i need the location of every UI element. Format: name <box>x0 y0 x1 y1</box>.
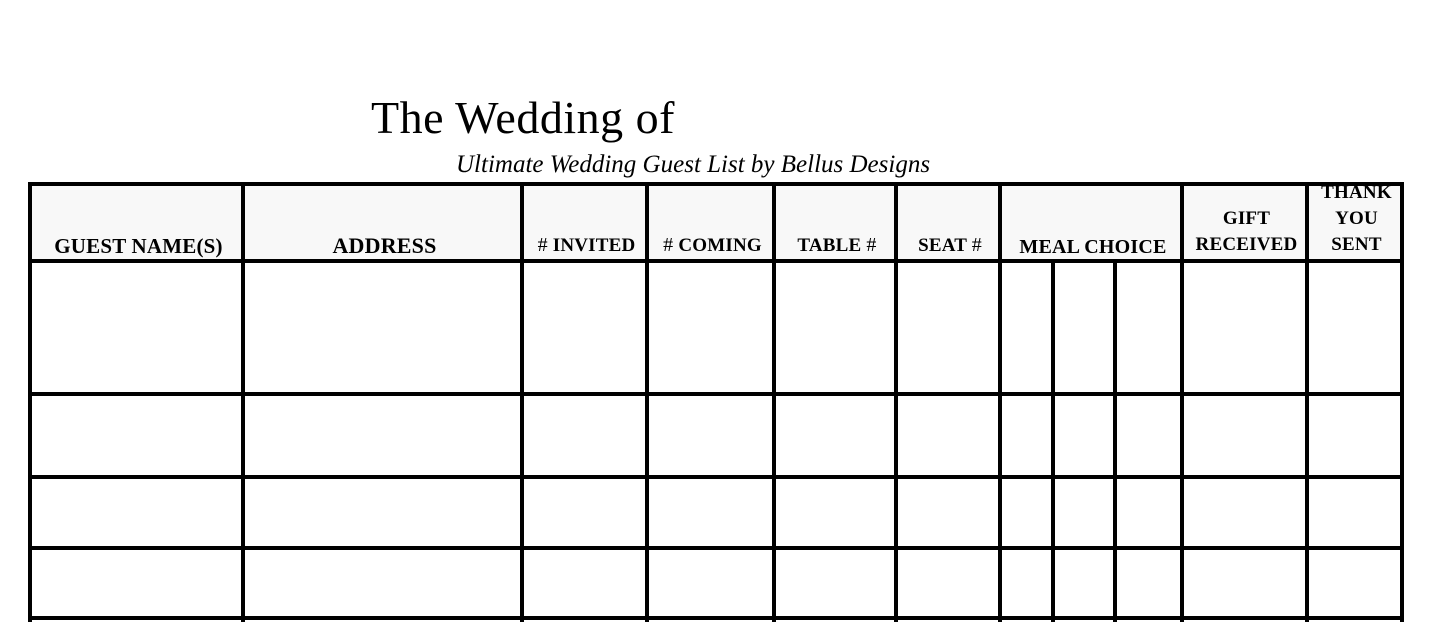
grid-vline <box>28 182 32 622</box>
table-cell-meal-1[interactable] <box>1002 550 1051 616</box>
table-cell-seat[interactable] <box>898 263 998 392</box>
table-cell-invited[interactable] <box>524 396 645 475</box>
grid-hline <box>28 546 1404 550</box>
table-cell-meal-3[interactable] <box>1117 479 1180 546</box>
header-gift-line2: RECEIVED <box>1195 234 1298 255</box>
table-cell-invited[interactable] <box>524 550 645 616</box>
table-cell-seat[interactable] <box>898 396 998 475</box>
table-cell-invited[interactable] <box>524 263 645 392</box>
table-cell-guest-names[interactable] <box>32 479 241 546</box>
grid-vline <box>998 182 1002 622</box>
header-table-label: TABLE <box>797 235 862 256</box>
table-cell-invited[interactable] <box>524 479 645 546</box>
guest-list-table: GUEST NAME(S) ADDRESS # INVITED # COMING… <box>0 0 1452 622</box>
table-cell-thank-you-sent[interactable] <box>1309 479 1400 546</box>
header-invited-prefix: # <box>537 234 548 256</box>
table-cell-gift-received[interactable] <box>1184 396 1305 475</box>
grid-hline <box>28 616 1404 620</box>
grid-vline <box>241 182 245 622</box>
header-meal-choice-label: MEAL CHOICE <box>1019 236 1167 258</box>
grid-hline <box>28 475 1404 479</box>
table-cell-gift-received[interactable] <box>1184 263 1305 392</box>
table-cell-guest-names[interactable] <box>32 550 241 616</box>
grid-vline <box>1305 182 1309 622</box>
table-cell-meal-2[interactable] <box>1055 263 1113 392</box>
header-coming: # COMING <box>651 232 774 259</box>
table-cell-gift-received[interactable] <box>1184 479 1305 546</box>
header-address-label: ADDRESS <box>332 233 437 258</box>
table-cell-address[interactable] <box>245 479 520 546</box>
table-cell-guest-names[interactable] <box>32 396 241 475</box>
table-cell-meal-2[interactable] <box>1055 396 1113 475</box>
table-cell-thank-you-sent[interactable] <box>1309 396 1400 475</box>
grid-vline <box>1400 182 1404 622</box>
table-cell-address[interactable] <box>245 550 520 616</box>
grid-vline <box>1113 259 1117 622</box>
table-cell-seat[interactable] <box>898 550 998 616</box>
table-cell-meal-3[interactable] <box>1117 550 1180 616</box>
table-cell-table[interactable] <box>776 396 894 475</box>
header-seat: SEAT # <box>900 232 1000 259</box>
table-cell-gift-received[interactable] <box>1184 550 1305 616</box>
table-cell-meal-3[interactable] <box>1117 263 1180 392</box>
table-cell-meal-3[interactable] <box>1117 396 1180 475</box>
grid-hline <box>28 392 1404 396</box>
table-cell-table[interactable] <box>776 479 894 546</box>
table-cell-guest-names[interactable] <box>32 263 241 392</box>
table-cell-thank-you-sent[interactable] <box>1309 263 1400 392</box>
header-seat-label: SEAT <box>918 235 967 256</box>
table-cell-table[interactable] <box>776 550 894 616</box>
header-coming-label: COMING <box>678 235 762 256</box>
table-cell-address[interactable] <box>245 396 520 475</box>
header-gift-received: GIFT RECEIVED <box>1186 206 1307 258</box>
header-invited-label: INVITED <box>552 235 636 256</box>
grid-vline <box>1051 259 1055 622</box>
grid-vline <box>645 182 649 622</box>
header-invited: # INVITED <box>526 232 647 259</box>
table-cell-table[interactable] <box>776 263 894 392</box>
header-guest-names-label: GUEST NAME(S) <box>54 234 223 258</box>
table-cell-coming[interactable] <box>649 479 772 546</box>
table-cell-meal-2[interactable] <box>1055 550 1113 616</box>
grid-vline <box>894 182 898 622</box>
grid-vline <box>520 182 524 622</box>
header-table: TABLE # <box>778 232 896 259</box>
grid-hline <box>28 182 1404 186</box>
header-seat-suffix: # <box>971 234 982 256</box>
table-cell-meal-2[interactable] <box>1055 479 1113 546</box>
header-thank-line3: SENT <box>1331 234 1382 255</box>
header-address: ADDRESS <box>247 233 522 259</box>
table-cell-meal-1[interactable] <box>1002 479 1051 546</box>
table-cell-seat[interactable] <box>898 479 998 546</box>
grid-hline <box>28 259 1404 263</box>
grid-vline <box>772 182 776 622</box>
header-thank-you-sent: THANK YOU SENT <box>1311 180 1402 258</box>
table-cell-coming[interactable] <box>649 396 772 475</box>
header-meal-choice: MEAL CHOICE <box>1004 234 1182 260</box>
header-guest-names: GUEST NAME(S) <box>34 233 243 259</box>
header-table-suffix: # <box>866 234 877 256</box>
table-cell-coming[interactable] <box>649 263 772 392</box>
header-coming-prefix: # <box>663 234 674 256</box>
header-gift-line1: GIFT <box>1222 208 1271 229</box>
grid-vline <box>1180 182 1184 622</box>
table-cell-coming[interactable] <box>649 550 772 616</box>
table-cell-meal-1[interactable] <box>1002 263 1051 392</box>
table-cell-address[interactable] <box>245 263 520 392</box>
header-thank-line2: YOU <box>1335 208 1378 229</box>
table-cell-thank-you-sent[interactable] <box>1309 550 1400 616</box>
table-cell-meal-1[interactable] <box>1002 396 1051 475</box>
